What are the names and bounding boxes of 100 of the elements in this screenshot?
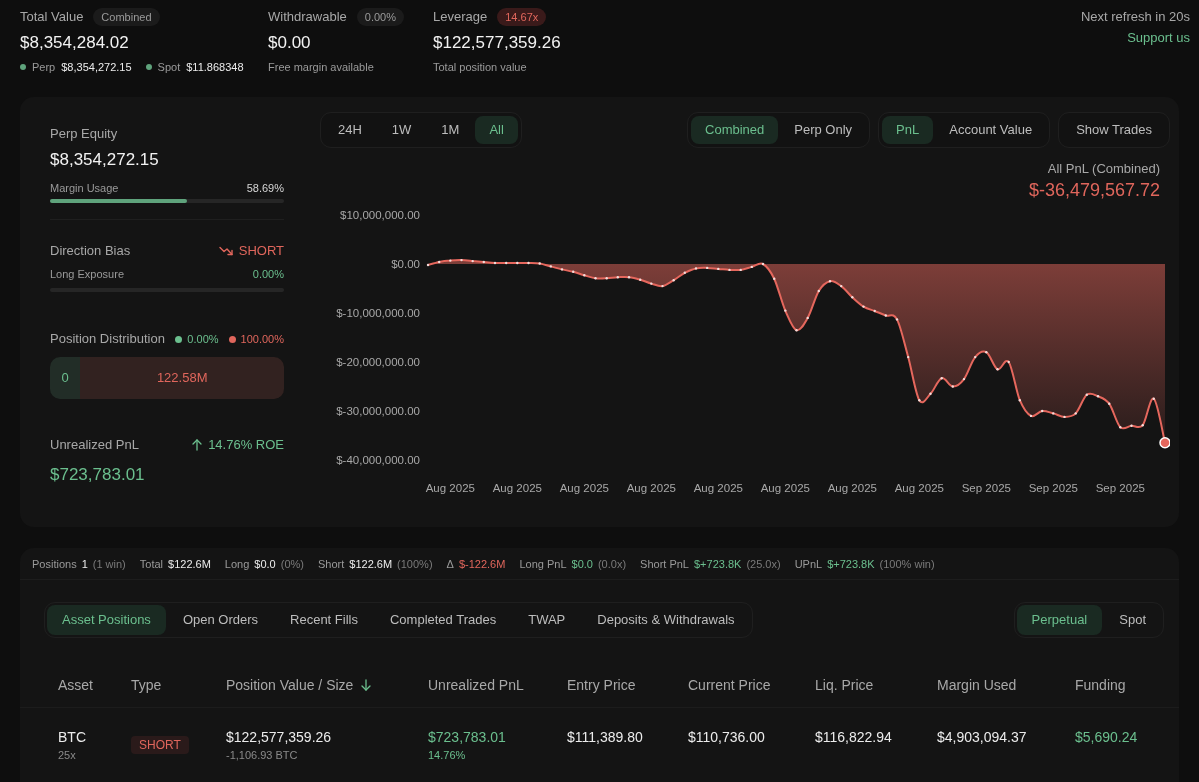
stat-note: Total position value — [433, 60, 528, 74]
summary-stat-value: $122.6M — [349, 556, 393, 571]
toggle-tab[interactable]: 24H — [324, 116, 376, 144]
distribution-segment: 122.58M — [80, 357, 284, 399]
tab[interactable]: Perpetual — [1016, 605, 1103, 635]
toggle-tab[interactable]: 1W — [377, 116, 426, 144]
line-point — [962, 377, 966, 381]
direction-value: SHORT — [238, 243, 284, 259]
tab[interactable]: TWAP — [513, 605, 581, 635]
line-point — [1141, 424, 1144, 427]
toggle-tab[interactable]: 1M — [427, 116, 474, 144]
tab[interactable]: Spot — [1104, 605, 1161, 635]
column-header[interactable]: Type — [131, 675, 162, 694]
y-axis-label: $-40,000,000.00 — [336, 454, 420, 466]
column-header[interactable]: Position Value / Size — [226, 675, 354, 694]
show-trades-button[interactable]: Show Trades — [1062, 116, 1166, 144]
line-point — [661, 284, 664, 288]
line-point — [873, 309, 876, 313]
line-point — [940, 377, 943, 380]
summary-stat-label: UPnL — [794, 556, 823, 571]
line-point — [616, 276, 619, 279]
toggle-tab[interactable]: Combined — [691, 116, 779, 144]
line-point — [449, 259, 452, 262]
line-point — [717, 267, 720, 271]
roe-value: 14.76% ROE — [208, 437, 284, 453]
column-header[interactable]: Current Price — [688, 675, 771, 694]
tab[interactable]: Deposits & Withdrawals — [582, 605, 750, 635]
summary-stat-label: Short PnL — [640, 556, 689, 571]
line-point — [974, 355, 977, 359]
toggle-tab[interactable]: Account Value — [935, 116, 1047, 144]
line-point — [985, 351, 988, 354]
stat-note: Free margin available — [268, 60, 375, 74]
line-point — [505, 261, 508, 265]
summary-stat-label: Δ — [446, 556, 454, 571]
summary-stat-value: $+723.8K — [694, 556, 742, 571]
tab[interactable]: Completed Trades — [374, 605, 512, 635]
line-point — [728, 268, 731, 272]
column-header[interactable]: Funding — [1075, 675, 1126, 694]
column-header[interactable]: Entry Price — [567, 675, 636, 694]
line-point — [806, 316, 809, 320]
line-point — [1052, 412, 1055, 415]
legend-share: 0.00% — [187, 332, 219, 346]
line-point — [438, 260, 441, 264]
toggle-tab[interactable]: All — [475, 116, 518, 144]
line-point — [482, 260, 485, 264]
line-point — [650, 282, 653, 285]
line-point — [907, 355, 910, 359]
pnl-value: $723,783.01 — [50, 464, 146, 486]
line-point — [538, 262, 541, 265]
meter-label: Margin Usage — [50, 181, 119, 195]
stat-value: $0.00 — [268, 32, 312, 54]
line-point — [560, 268, 564, 271]
table-cell: $110,736.00 — [688, 728, 765, 746]
stat-badge: 0.00% — [356, 8, 404, 26]
summary-stat-note: (100%) — [397, 556, 433, 571]
field-label: Position Distribution — [50, 331, 165, 347]
stat-value: $8,354,284.02 — [20, 32, 130, 54]
line-point — [1108, 402, 1111, 405]
field-value: $8,354,272.15 — [50, 149, 160, 171]
column-header[interactable]: Margin Used — [937, 675, 1017, 694]
line-point — [795, 329, 798, 332]
line-point — [761, 262, 765, 266]
x-axis-label: Aug 2025 — [760, 482, 810, 494]
breakdown-value: $11.868348 — [186, 60, 244, 74]
line-point — [1074, 412, 1077, 415]
end-point-marker — [1159, 437, 1170, 449]
x-axis-label: Aug 2025 — [693, 482, 743, 494]
field-label: Unrealized PnL — [50, 437, 139, 453]
sort-arrow-icon[interactable] — [361, 678, 372, 691]
y-axis-label: $10,000,000.00 — [340, 209, 420, 221]
column-header[interactable]: Liq. Price — [815, 675, 874, 694]
line-point — [706, 266, 709, 270]
line-point — [605, 277, 608, 280]
toggle-tab[interactable]: PnL — [882, 116, 934, 144]
meter-reading: 0.00% — [252, 267, 284, 281]
tab[interactable]: Open Orders — [167, 605, 274, 635]
x-axis-label: Sep 2025 — [1028, 482, 1078, 494]
meter-reading: 58.69% — [246, 181, 284, 195]
line-point — [694, 267, 698, 270]
column-header[interactable]: Unrealized PnL — [428, 675, 524, 694]
summary-label: All PnL (Combined) — [1047, 161, 1160, 177]
line-point — [1152, 397, 1155, 400]
line-point — [862, 305, 865, 308]
type-badge: SHORT — [131, 736, 189, 754]
line-point — [583, 274, 586, 277]
line-point — [1096, 395, 1100, 398]
refresh-timer: Next refresh in 20s — [1080, 8, 1190, 26]
y-axis-label: $-10,000,000.00 — [336, 307, 420, 319]
tab[interactable]: Asset Positions — [47, 605, 166, 635]
summary-stat-value: $+723.8K — [827, 556, 875, 571]
x-axis-label: Sep 2025 — [1095, 482, 1145, 494]
column-header[interactable]: Asset — [58, 675, 93, 694]
summary-stat-label: Long — [224, 556, 250, 571]
line-point — [1119, 426, 1122, 429]
breakdown-label: Perp — [32, 60, 56, 74]
summary-value: $-36,479,567.72 — [1028, 179, 1160, 201]
support-link[interactable]: Support us — [1127, 30, 1190, 46]
toggle-tab[interactable]: Perp Only — [780, 116, 867, 144]
tab[interactable]: Recent Fills — [275, 605, 373, 635]
line-point — [784, 309, 787, 312]
